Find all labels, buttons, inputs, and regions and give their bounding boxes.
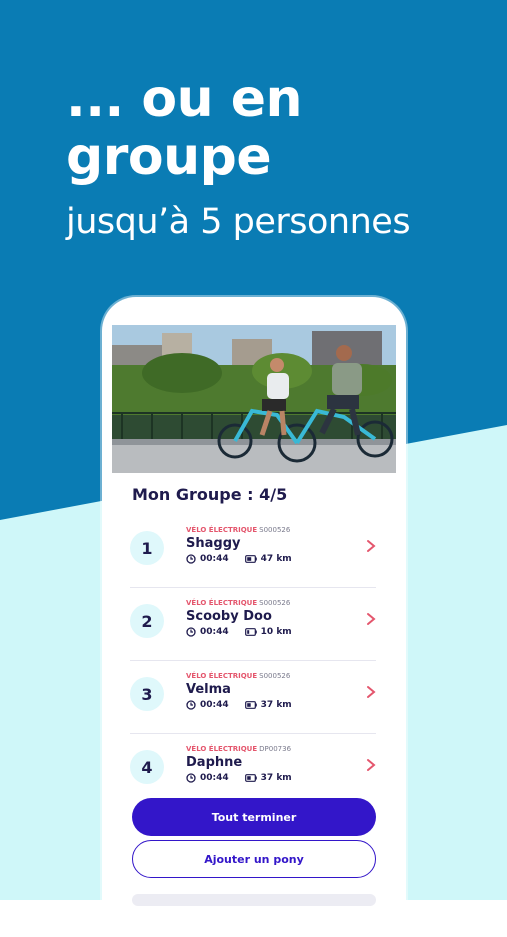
chevron-right-icon[interactable] [366, 612, 376, 626]
bike-tag: VÉLO ÉLECTRIQUE S000526 [186, 598, 292, 608]
rider-number: 2 [130, 604, 164, 638]
add-pony-button[interactable]: Ajouter un pony [132, 840, 376, 878]
rider-meta: 00:44 47 km [186, 554, 292, 564]
phone-mockup: Mon Groupe : 4/5 1 VÉLO ÉLECTRIQUE S00052… [102, 297, 406, 937]
phone-notch [172, 297, 336, 325]
hero-line-2: groupe [66, 127, 272, 187]
rider-info: VÉLO ÉLECTRIQUE S000526 Shaggy 00:44 47 k… [186, 525, 292, 564]
bike-code: S000526 [259, 672, 291, 680]
chevron-right-icon[interactable] [366, 539, 376, 553]
finish-all-button[interactable]: Tout terminer [132, 798, 376, 836]
bike-type: VÉLO ÉLECTRIQUE [186, 672, 258, 680]
rider-number: 4 [130, 750, 164, 784]
bike-code: DP00736 [259, 745, 292, 753]
rider-name: Scooby Doo [186, 609, 272, 624]
bike-tag: VÉLO ÉLECTRIQUE S000526 [186, 671, 292, 681]
rider-name: Shaggy [186, 536, 241, 551]
rider-number: 3 [130, 677, 164, 711]
rider-info: VÉLO ÉLECTRIQUE DP00736 Daphne 00:44 37 k… [186, 744, 292, 783]
ride-time: 00:44 [200, 627, 229, 637]
rider-row[interactable]: 3 VÉLO ÉLECTRIQUE S000526 Velma 00:44 37 … [130, 661, 376, 734]
clock-icon [186, 700, 196, 710]
bike-code: S000526 [259, 526, 291, 534]
rider-list: 1 VÉLO ÉLECTRIQUE S000526 Shaggy 00:44 47… [130, 515, 376, 806]
rider-row[interactable]: 1 VÉLO ÉLECTRIQUE S000526 Shaggy 00:44 47… [130, 515, 376, 588]
rider-row[interactable]: 4 VÉLO ÉLECTRIQUE DP00736 Daphne 00:44 37… [130, 734, 376, 806]
bike-type: VÉLO ÉLECTRIQUE [186, 526, 258, 534]
hero-headline: ... ou en groupe jusqu’à 5 personnes [66, 69, 411, 244]
rider-name: Velma [186, 682, 231, 697]
rider-info: VÉLO ÉLECTRIQUE S000526 Scooby Doo 00:44 … [186, 598, 292, 637]
battery-range: 37 km [260, 700, 292, 710]
rider-number: 1 [130, 531, 164, 565]
bike-type: VÉLO ÉLECTRIQUE [186, 599, 258, 607]
bottom-placeholder-bar [132, 894, 376, 906]
bike-code: S000526 [259, 599, 291, 607]
rider-row[interactable]: 2 VÉLO ÉLECTRIQUE S000526 Scooby Doo 00:4… [130, 588, 376, 661]
group-title: Mon Groupe : 4/5 [132, 485, 288, 504]
bike-type: VÉLO ÉLECTRIQUE [186, 745, 258, 753]
clock-icon [186, 554, 196, 564]
battery-icon [244, 701, 257, 709]
battery-icon [244, 555, 257, 563]
battery-icon [244, 628, 257, 636]
clock-icon [186, 627, 196, 637]
rider-name: Daphne [186, 755, 243, 770]
battery-range: 37 km [260, 773, 292, 783]
ride-time: 00:44 [200, 554, 229, 564]
battery-range: 10 km [260, 627, 292, 637]
group-riding-photo [112, 325, 396, 473]
rider-meta: 00:44 37 km [186, 700, 292, 710]
hero-line-1: ... ou en [66, 69, 303, 129]
ride-time: 00:44 [200, 700, 229, 710]
rider-info: VÉLO ÉLECTRIQUE S000526 Velma 00:44 37 km [186, 671, 292, 710]
battery-range: 47 km [260, 554, 292, 564]
clock-icon [186, 773, 196, 783]
rider-meta: 00:44 10 km [186, 627, 292, 637]
ride-time: 00:44 [200, 773, 229, 783]
hero-subtitle: jusqu’à 5 personnes [66, 202, 411, 242]
bike-tag: VÉLO ÉLECTRIQUE S000526 [186, 525, 292, 535]
rider-meta: 00:44 37 km [186, 773, 292, 783]
battery-icon [244, 774, 257, 782]
bike-tag: VÉLO ÉLECTRIQUE DP00736 [186, 744, 292, 754]
chevron-right-icon[interactable] [366, 758, 376, 772]
chevron-right-icon[interactable] [366, 685, 376, 699]
